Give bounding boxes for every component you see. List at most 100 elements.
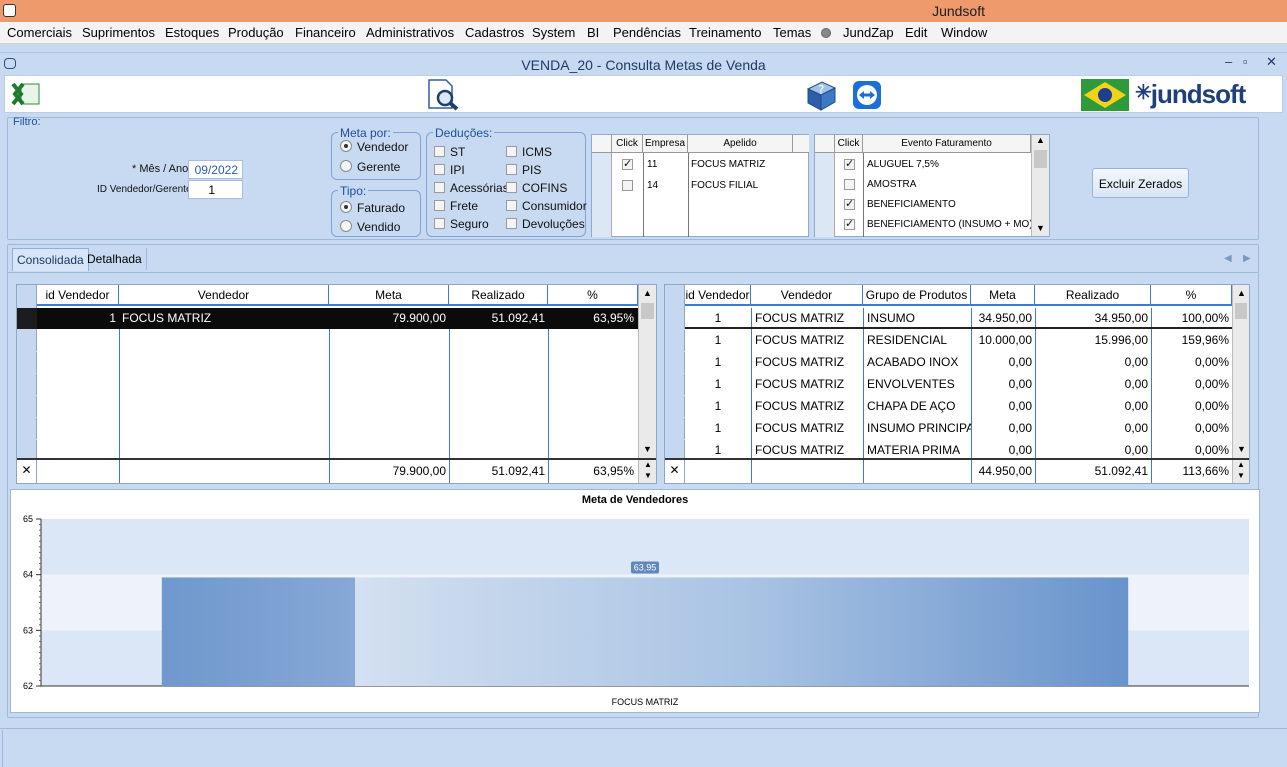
cell-meta: 0,00	[1008, 355, 1032, 369]
jundsoft-logo: ✳jundsoft	[1135, 79, 1246, 109]
checkbox-frete-label: Frete	[450, 199, 479, 213]
col-id-vendedor[interactable]: id Vendedor	[685, 285, 751, 306]
cell-meta: 10.000,00	[978, 333, 1032, 347]
detalhada-scrollbar[interactable]: ▲ ▼	[1232, 285, 1249, 459]
scroll-thumb[interactable]	[1034, 150, 1047, 168]
cell-realizado: 0,00	[1124, 421, 1148, 435]
evento-benef-insumo-checkbox[interactable]	[844, 217, 855, 230]
radio-vendido[interactable]	[340, 220, 352, 232]
cell-percent: 63,95%	[593, 311, 634, 325]
menu-edit[interactable]: Edit	[905, 25, 927, 40]
menu-cadastros[interactable]: Cadastros	[465, 25, 524, 40]
minimize-button[interactable]: –	[1225, 54, 1232, 69]
checkbox-frete[interactable]	[434, 200, 445, 211]
radio-vendedor[interactable]	[340, 140, 352, 152]
consolidada-scrollbar[interactable]: ▲ ▼	[638, 285, 656, 459]
radio-gerente[interactable]	[340, 160, 352, 172]
excel-icon[interactable]	[11, 81, 41, 107]
menu-producao[interactable]: Produção	[228, 25, 284, 40]
col-grupo-produtos[interactable]: Grupo de Produtos	[863, 285, 971, 306]
mes-ano-input[interactable]: 09/2022	[188, 160, 243, 179]
checkbox-icms-label: ICMS	[522, 145, 552, 159]
checkbox-devolucoes-label: Devoluções	[522, 217, 585, 231]
col-realizado[interactable]: Realizado	[449, 285, 548, 306]
app-title-bar: Jundsoft	[0, 0, 1287, 22]
cell-id: 1	[714, 377, 722, 391]
cell-realizado: 0,00	[1124, 399, 1148, 413]
empresa-14-apelido: FOCUS FILIAL	[691, 180, 759, 191]
app-title: Jundsoft	[932, 3, 985, 19]
empresa-11-checkbox[interactable]	[622, 157, 633, 170]
total-realizado: 51.092,41	[1094, 464, 1148, 478]
tab-consolidada[interactable]: Consolidada	[12, 248, 89, 271]
cell-realizado: 51.092,41	[491, 311, 545, 325]
menu-estoques[interactable]: Estoques	[165, 25, 219, 40]
menu-comerciais[interactable]: Comerciais	[7, 25, 72, 40]
col-vendedor[interactable]: Vendedor	[751, 285, 863, 306]
scroll-thumb[interactable]	[1235, 303, 1247, 319]
cell-realizado: 0,00	[1124, 377, 1148, 391]
checkbox-pis[interactable]	[506, 164, 517, 175]
menu-treinamento[interactable]: Treinamento	[689, 25, 762, 40]
checkbox-ipi[interactable]	[434, 164, 445, 175]
checkbox-devolucoes[interactable]	[506, 218, 517, 229]
teamviewer-icon[interactable]	[852, 80, 882, 110]
menu-pendencias[interactable]: Pendências	[613, 25, 681, 40]
cell-meta: 0,00	[1008, 421, 1032, 435]
cell-realizado: 0,00	[1124, 355, 1148, 369]
scroll-down-icon[interactable]: ▼	[1036, 223, 1045, 233]
menu-window[interactable]: Window	[941, 25, 987, 40]
checkbox-icms[interactable]	[506, 146, 517, 157]
menu-temas[interactable]: Temas	[773, 25, 811, 40]
col-meta[interactable]: Meta	[329, 285, 449, 306]
excluir-zerados-button[interactable]: Excluir Zerados	[1092, 168, 1189, 198]
help-book-icon[interactable]: ?	[804, 79, 838, 111]
menu-financeiro[interactable]: Financeiro	[295, 25, 356, 40]
col-realizado[interactable]: Realizado	[1035, 285, 1151, 306]
menu-system[interactable]: System	[532, 25, 575, 40]
checkbox-seguro[interactable]	[434, 218, 445, 229]
y-tick-label: 65	[23, 514, 33, 524]
cell-realizado: 15.996,00	[1094, 333, 1148, 347]
search-report-icon[interactable]	[426, 78, 462, 112]
col-meta[interactable]: Meta	[971, 285, 1035, 306]
totals-spinner[interactable]: ▲ ▼	[1232, 460, 1249, 483]
checkbox-acessorias[interactable]	[434, 182, 445, 193]
col-percent[interactable]: %	[1151, 285, 1232, 306]
scroll-down-icon[interactable]: ▼	[643, 444, 652, 454]
eventos-scrollbar[interactable]: ▲ ▼	[1031, 135, 1049, 236]
col-id-vendedor[interactable]: id Vendedor	[37, 285, 119, 306]
tab-detalhada[interactable]: Detalhada	[83, 248, 147, 270]
scroll-thumb[interactable]	[641, 303, 654, 319]
empresa-14-checkbox[interactable]	[622, 180, 633, 191]
radio-faturado[interactable]	[340, 201, 352, 213]
menu-jundzap[interactable]: JundZap	[843, 25, 894, 40]
evento-amostra-checkbox[interactable]	[844, 179, 855, 190]
cell-id: 1	[714, 333, 722, 347]
scroll-down-icon[interactable]: ▼	[1237, 444, 1246, 454]
id-vendedor-label: ID Vendedor/Gerente:	[97, 184, 195, 195]
checkbox-consumidor[interactable]	[506, 200, 517, 211]
tab-prev-icon[interactable]: ◀	[1224, 253, 1232, 264]
close-button[interactable]: ✕	[1266, 54, 1277, 70]
checkbox-st[interactable]	[434, 146, 445, 157]
y-tick-label: 63	[23, 625, 33, 635]
col-percent[interactable]: %	[548, 285, 638, 306]
maximize-button[interactable]: ▫	[1243, 54, 1248, 69]
evento-aluguel-checkbox[interactable]	[844, 157, 855, 170]
evento-beneficiamento-checkbox[interactable]	[844, 197, 855, 210]
scroll-up-icon[interactable]: ▲	[643, 288, 652, 298]
totals-spinner[interactable]: ▲ ▼	[638, 460, 656, 483]
menu-bi[interactable]: BI	[587, 25, 599, 40]
tab-next-icon[interactable]: ▶	[1243, 253, 1251, 264]
menu-suprimentos[interactable]: Suprimentos	[82, 25, 155, 40]
cell-meta: 0,00	[1008, 443, 1032, 457]
col-vendedor[interactable]: Vendedor	[119, 285, 329, 306]
total-realizado: 51.092,41	[491, 464, 545, 478]
chart-title: Meta de Vendedores	[582, 494, 688, 506]
checkbox-cofins[interactable]	[506, 182, 517, 193]
scroll-up-icon[interactable]: ▲	[1237, 288, 1246, 298]
scroll-up-icon[interactable]: ▲	[1036, 135, 1045, 145]
id-vendedor-input[interactable]: 1	[188, 180, 243, 199]
menu-administrativos[interactable]: Administrativos	[366, 25, 454, 40]
